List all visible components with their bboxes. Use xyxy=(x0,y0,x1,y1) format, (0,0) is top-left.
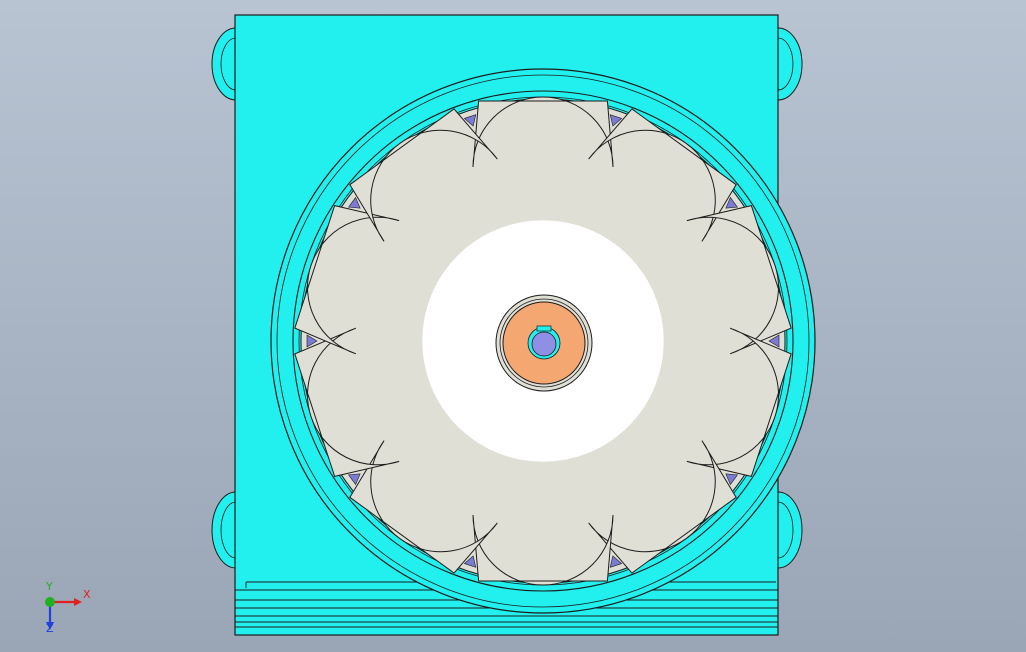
shaft xyxy=(531,331,557,357)
lug-bottom-left xyxy=(211,491,237,569)
graphics-viewport[interactable]: X Y Z xyxy=(0,0,1026,652)
lug-bottom-right xyxy=(777,491,803,569)
cad-model-front-view[interactable] xyxy=(0,0,1026,652)
shaft-key xyxy=(536,325,552,332)
z-axis-label: Z xyxy=(46,622,54,635)
shaft-assembly xyxy=(495,294,593,392)
coordinate-triad: X Y Z xyxy=(36,580,100,640)
x-axis-label: X xyxy=(83,588,91,601)
y-axis-dot xyxy=(45,597,55,607)
y-axis-label: Y xyxy=(46,580,53,593)
